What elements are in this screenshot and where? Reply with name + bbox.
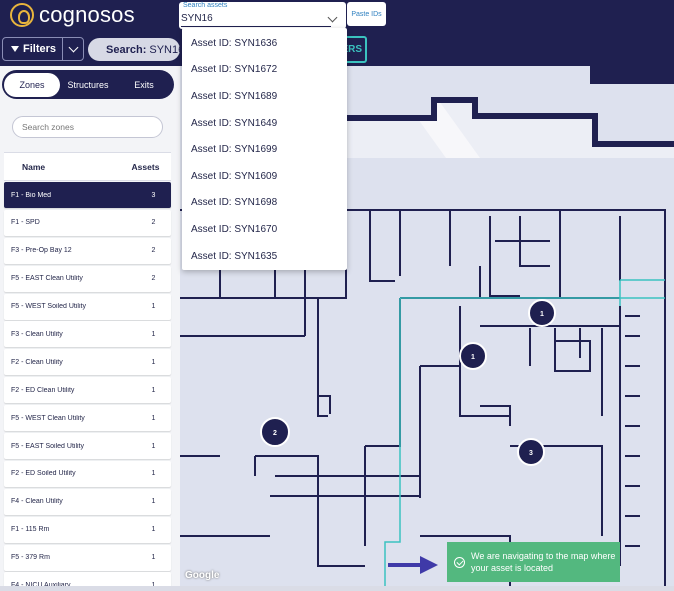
zone-name: F5 - 379 Rm xyxy=(11,554,50,562)
zone-row[interactable]: F5 - WEST Clean Utility 1 xyxy=(4,405,171,432)
zone-asset-count: 1 xyxy=(151,414,156,422)
zone-name: F5 - EAST Soiled Utility xyxy=(11,442,85,450)
zone-asset-count: 1 xyxy=(151,386,156,394)
tab-structures[interactable]: Structures xyxy=(60,73,116,97)
toast-message: We are navigating to the map where your … xyxy=(471,551,616,573)
zone-asset-count: 1 xyxy=(151,358,156,366)
asset-result-item[interactable]: Asset ID: SYN1670 xyxy=(182,216,347,243)
zones-table-body: F1 - Bio Med 3 F1 - SPD 2 F3 - Pre-Op Bay 12… xyxy=(4,182,171,591)
zone-asset-count: 1 xyxy=(151,303,156,311)
zone-row[interactable]: F5 - 379 Rm 1 xyxy=(4,544,171,571)
zone-name: F1 - 115 Rm xyxy=(11,526,50,534)
filters-button[interactable]: Filters xyxy=(2,37,84,61)
paste-ids-button[interactable]: Paste IDs xyxy=(347,2,386,26)
zone-name: F5 - WEST Soiled Utility xyxy=(11,303,86,311)
asset-search-box: Search assets xyxy=(179,2,346,29)
zone-asset-count: 3 xyxy=(151,191,156,199)
zone-asset-count: 2 xyxy=(151,247,156,255)
zone-row[interactable]: F4 - Clean Utility 1 xyxy=(4,488,171,515)
zones-table-header: Name Assets xyxy=(4,152,171,181)
filters-main[interactable]: Filters xyxy=(3,38,64,60)
asset-result-item[interactable]: Asset ID: SYN1698 xyxy=(182,190,347,217)
asset-result-item[interactable]: Asset ID: SYN1635 xyxy=(182,243,347,270)
filters-label: Filters xyxy=(23,43,57,55)
zone-asset-count: 2 xyxy=(151,275,156,283)
asset-result-item[interactable]: Asset ID: SYN1672 xyxy=(182,57,347,84)
zone-row[interactable]: F3 - Pre-Op Bay 12 2 xyxy=(4,237,171,264)
zone-asset-count: 1 xyxy=(151,554,156,562)
zone-row[interactable]: F2 - ED Soiled Utility 1 xyxy=(4,460,171,487)
filter-icon xyxy=(11,46,19,52)
asset-search-label: Search assets xyxy=(183,2,228,9)
map-marker-1b-label: 1 xyxy=(471,354,475,361)
zone-asset-count: 1 xyxy=(151,470,156,478)
bottom-scroll-area xyxy=(0,586,674,591)
asset-result-item[interactable]: Asset ID: SYN1636 xyxy=(182,30,347,57)
zone-asset-count: 1 xyxy=(151,330,156,338)
app-logo[interactable]: cognosos xyxy=(10,2,135,28)
zone-name: F3 - Pre-Op Bay 12 xyxy=(11,247,72,255)
asset-result-item[interactable]: Asset ID: SYN1649 xyxy=(182,110,347,137)
roof-block xyxy=(590,66,674,84)
asset-search-results: Asset ID: SYN1636 Asset ID: SYN1672 Asset … xyxy=(182,28,347,270)
zone-asset-count: 1 xyxy=(151,442,156,450)
zone-row[interactable]: F2 - ED Clean Utility 1 xyxy=(4,377,171,404)
zone-name: F1 - Bio Med xyxy=(11,191,52,199)
search-filter-chip[interactable]: Search: SYN16 × xyxy=(88,38,192,61)
zone-row[interactable]: F5 - EAST Soiled Utility 1 xyxy=(4,433,171,460)
zone-row[interactable]: F1 - 115 Rm 1 xyxy=(4,516,171,543)
search-chip-value: SYN16 xyxy=(149,43,185,56)
zone-name: F3 - Clean Utility xyxy=(11,330,63,338)
tab-exits[interactable]: Exits xyxy=(116,73,172,97)
asset-result-item[interactable]: Asset ID: SYN1689 xyxy=(182,83,347,110)
column-header-name[interactable]: Name xyxy=(4,162,120,172)
zone-row[interactable]: F1 - SPD 2 xyxy=(4,209,171,236)
chevron-down-icon xyxy=(68,42,78,52)
asset-result-item[interactable]: Asset ID: SYN1609 xyxy=(182,163,347,190)
asset-search-input[interactable] xyxy=(181,11,331,27)
map-marker-1a-label: 1 xyxy=(540,311,544,318)
zone-row[interactable]: F2 - Clean Utility 1 xyxy=(4,349,171,376)
zone-name: F5 - WEST Clean Utility xyxy=(11,414,85,422)
asset-result-item[interactable]: Asset ID: SYN1699 xyxy=(182,136,347,163)
zone-row[interactable]: F3 - Clean Utility 1 xyxy=(4,321,171,348)
panel-tabs: Zones Structures Exits xyxy=(2,70,174,99)
zone-asset-count: 1 xyxy=(151,498,156,506)
zone-name: F2 - ED Clean Utility xyxy=(11,386,75,394)
zone-row[interactable]: F5 - EAST Clean Utility 2 xyxy=(4,265,171,292)
zone-row[interactable]: F1 - Bio Med 3 xyxy=(4,182,171,208)
logo-text: cognosos xyxy=(39,2,135,27)
search-chip-label: Search: xyxy=(106,43,147,56)
map-marker-3-label: 3 xyxy=(529,450,533,457)
zone-name: F4 - Clean Utility xyxy=(11,498,63,506)
zone-name: F2 - Clean Utility xyxy=(11,358,63,366)
tab-zones[interactable]: Zones xyxy=(4,72,60,97)
column-header-assets[interactable]: Assets xyxy=(120,162,171,172)
filters-dropdown-toggle[interactable] xyxy=(63,38,83,60)
google-attribution: Google xyxy=(185,570,220,581)
zone-asset-count: 2 xyxy=(151,219,156,227)
zone-name: F5 - EAST Clean Utility xyxy=(11,275,83,283)
zone-name: F1 - SPD xyxy=(11,219,40,227)
zone-asset-count: 1 xyxy=(151,526,156,534)
zone-row[interactable]: F5 - WEST Soiled Utility 1 xyxy=(4,293,171,320)
zone-search-input[interactable] xyxy=(12,116,163,138)
arrow-right-icon xyxy=(388,556,438,574)
logo-icon xyxy=(10,3,34,27)
map-marker-2-label: 2 xyxy=(273,430,277,437)
zone-name: F2 - ED Soiled Utility xyxy=(11,470,76,478)
check-circle-icon xyxy=(454,556,465,568)
navigation-toast: We are navigating to the map where your … xyxy=(447,542,620,582)
zones-panel: Zones Structures Exits Name Assets F1 - … xyxy=(0,66,180,591)
